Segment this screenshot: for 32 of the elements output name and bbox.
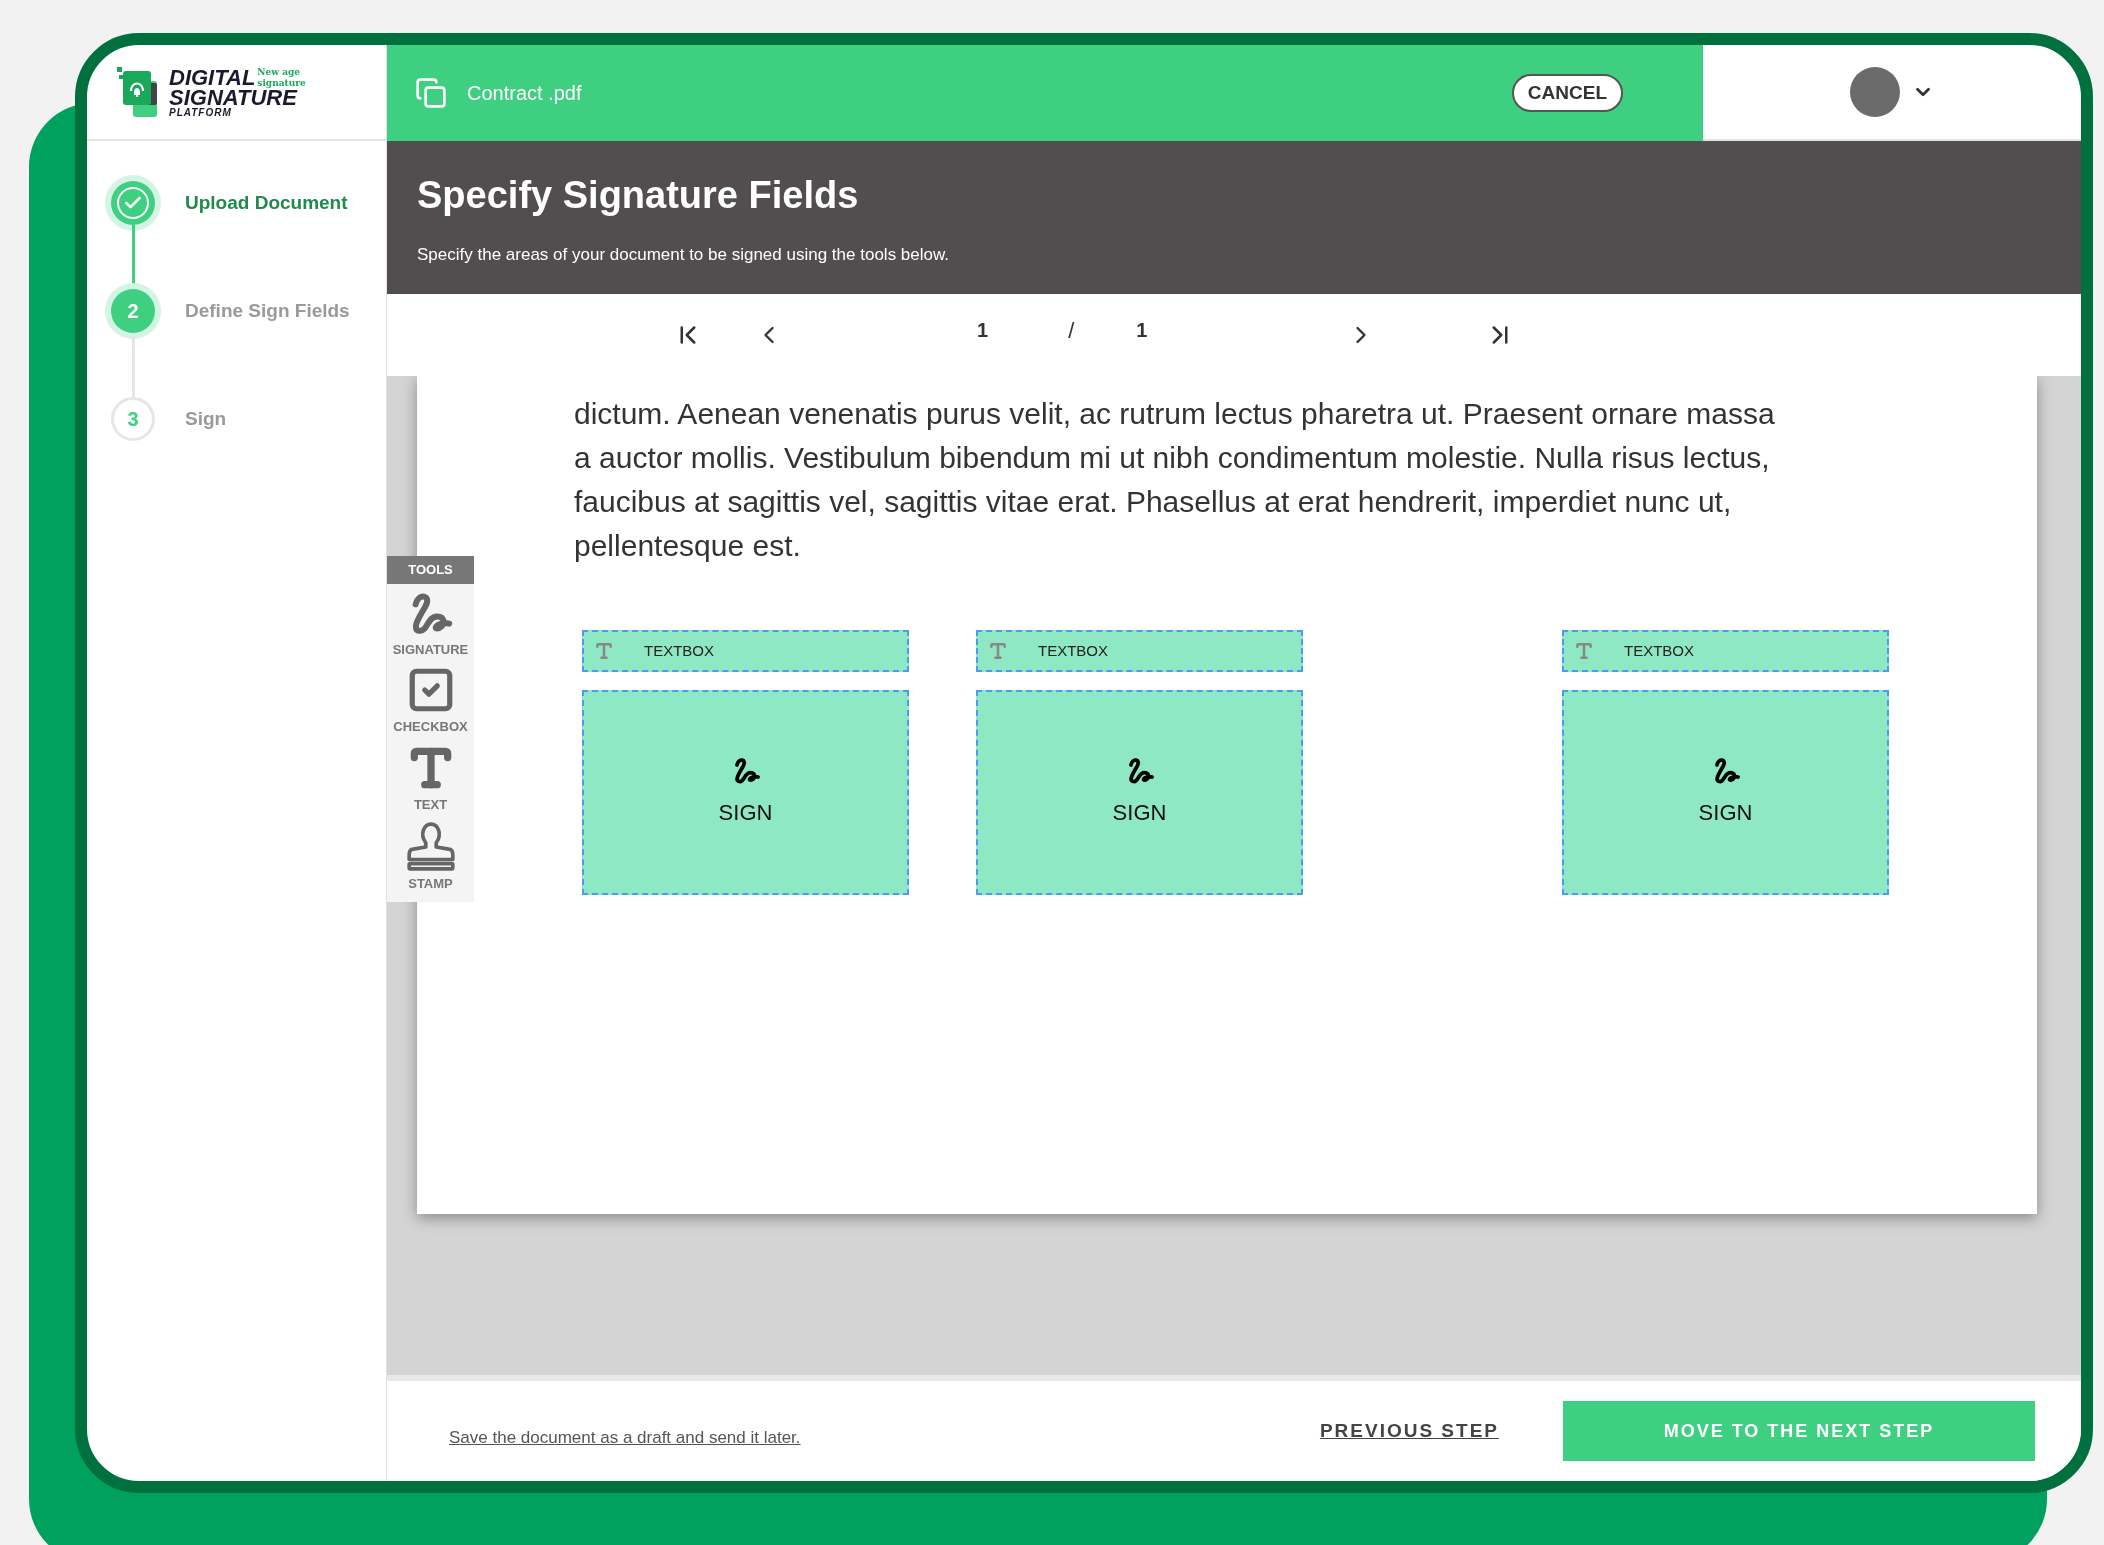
page-title: Specify Signature Fields [417,173,860,218]
document-paragraph: dictum. Aenean venenatis purus velit, ac rutrum lectus pharetra ut. Praesent ornare massa a auctor mollis. Vestibulum bibendum mi ut nibh condimentum molestie. Nulla risus lectus, faucibus at sagittis vel, sagittis vitae erat. Phasellus at erat hendrerit, imperdiet nunc ut, pellentesque est. [574,396,1776,564]
sign-field[interactable]: SIGN [582,690,909,895]
tools-title: TOOLS [387,556,474,584]
page-number: 1 [977,318,989,343]
stamp-icon [404,820,457,872]
tool-button[interactable]: STAMP [404,820,457,894]
textbox-field[interactable]: TEXTBOX [976,630,1303,672]
page-separator: / [1068,316,1075,345]
avatar[interactable] [1850,67,1900,117]
sign-field[interactable]: SIGN [1562,690,1889,895]
tool-button[interactable]: SIGNATURE [392,589,469,659]
text-icon [1574,641,1594,661]
sign-field[interactable]: SIGN [976,690,1303,895]
step-label[interactable]: Upload Document [185,188,348,218]
document-icon [415,77,447,109]
tool-button[interactable]: CHECKBOX [393,665,468,737]
file-name: Contract .pdf [467,81,582,106]
cancel-button[interactable]: CANCEL [1511,74,1623,112]
page-subtitle: Specify the areas of your document to be signed using the tools below. [417,244,951,266]
textbox-field[interactable]: TEXTBOX [582,630,909,672]
text-icon [988,641,1008,661]
save-draft-link[interactable]: Save the document as a draft and send it later. [449,1425,801,1451]
logo-text: SIGNATURE [169,87,298,108]
textbox-field[interactable]: TEXTBOX [1562,630,1889,672]
step-number: 3 [111,397,155,441]
logo-text: DIGITAL [169,68,256,88]
logo-text: PLATFORM [169,107,233,117]
previous-step-button[interactable]: PREVIOUS STEP [1319,1416,1499,1446]
tool-button[interactable]: TEXT [405,742,456,814]
page-total: 1 [1136,318,1148,343]
text-icon [594,641,614,661]
